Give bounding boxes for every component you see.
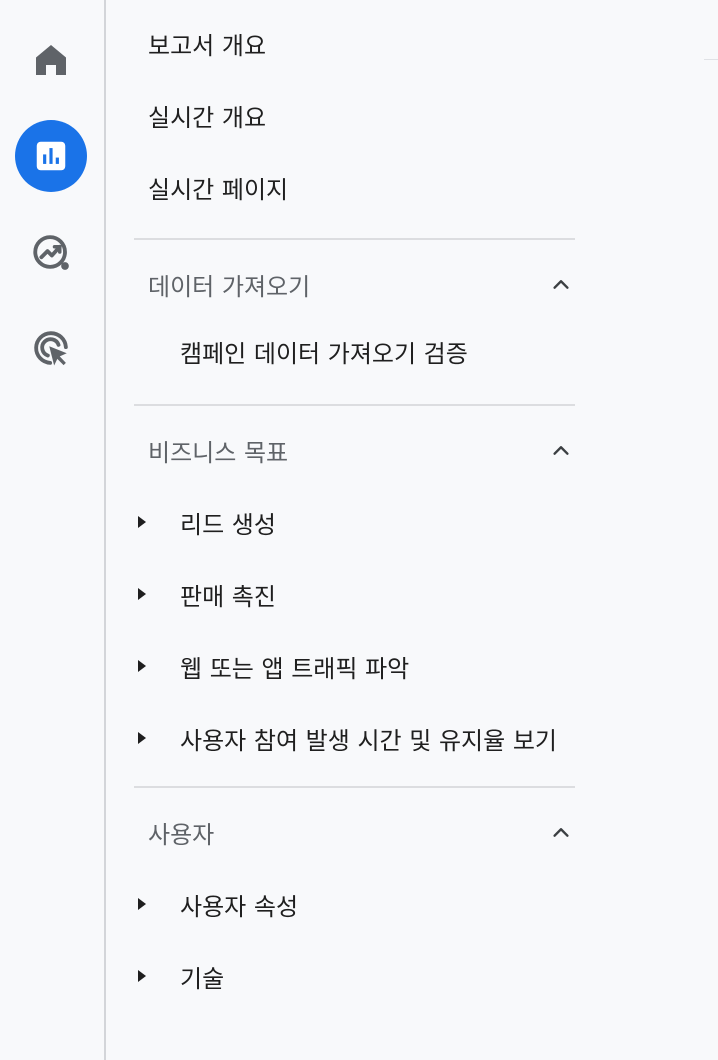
- caret-right-icon: [134, 896, 150, 912]
- section-header-data-import[interactable]: 데이터 가져오기: [148, 268, 573, 301]
- section-header-user[interactable]: 사용자: [148, 816, 573, 849]
- nav-item-user-attributes[interactable]: 사용자 속성: [134, 888, 299, 921]
- nav-item-reports-snapshot[interactable]: 보고서 개요: [148, 30, 266, 62]
- advertising-button[interactable]: [15, 312, 87, 384]
- home-icon: [36, 45, 66, 75]
- nav-item-generate-leads[interactable]: 리드 생성: [134, 506, 276, 539]
- divider: [134, 238, 575, 240]
- home-button[interactable]: [15, 24, 87, 96]
- nav-item-label: 기술: [180, 964, 225, 993]
- nav-item-label: 사용자 참여 발생 시간 및 유지율 보기: [180, 726, 557, 755]
- caret-right-icon: [134, 968, 150, 984]
- explore-icon: [33, 235, 69, 270]
- divider: [134, 786, 575, 788]
- explore-button[interactable]: [15, 216, 87, 288]
- nav-item-campaign-data-import-validation[interactable]: 캠페인 데이터 가져오기 검증: [180, 338, 468, 370]
- nav-item-label: 판매 촉진: [180, 582, 276, 611]
- section-label: 사용자: [148, 820, 215, 849]
- nav-item-realtime-pages[interactable]: 실시간 페이지: [148, 174, 288, 206]
- caret-right-icon: [134, 658, 150, 674]
- chevron-up-icon: [549, 438, 573, 462]
- section-header-business-objectives[interactable]: 비즈니스 목표: [148, 434, 573, 467]
- nav-item-drive-sales[interactable]: 판매 촉진: [134, 578, 276, 611]
- reports-icon: [36, 141, 66, 171]
- nav-item-understand-traffic[interactable]: 웹 또는 앱 트래픽 파악: [134, 650, 410, 683]
- chevron-up-icon: [549, 820, 573, 844]
- divider: [134, 404, 575, 406]
- nav-item-label: 사용자 속성: [180, 892, 299, 921]
- nav-item-label: 웹 또는 앱 트래픽 파악: [180, 654, 410, 683]
- nav-item-engagement-retention[interactable]: 사용자 참여 발생 시간 및 유지율 보기: [134, 722, 557, 755]
- advertising-icon: [34, 331, 68, 366]
- nav-rail: [0, 0, 106, 1060]
- chevron-up-icon: [549, 272, 573, 296]
- section-label: 데이터 가져오기: [148, 272, 311, 301]
- caret-right-icon: [134, 586, 150, 602]
- caret-right-icon: [134, 730, 150, 746]
- section-label: 비즈니스 목표: [148, 438, 289, 467]
- nav-item-realtime-overview[interactable]: 실시간 개요: [148, 102, 266, 134]
- nav-item-label: 리드 생성: [180, 510, 276, 539]
- reports-button[interactable]: [15, 120, 87, 192]
- nav-item-tech[interactable]: 기술: [134, 960, 225, 993]
- report-navigation: 보고서 개요 실시간 개요 실시간 페이지 데이터 가져오기 캠페인 데이터 가…: [108, 0, 718, 1060]
- caret-right-icon: [134, 514, 150, 530]
